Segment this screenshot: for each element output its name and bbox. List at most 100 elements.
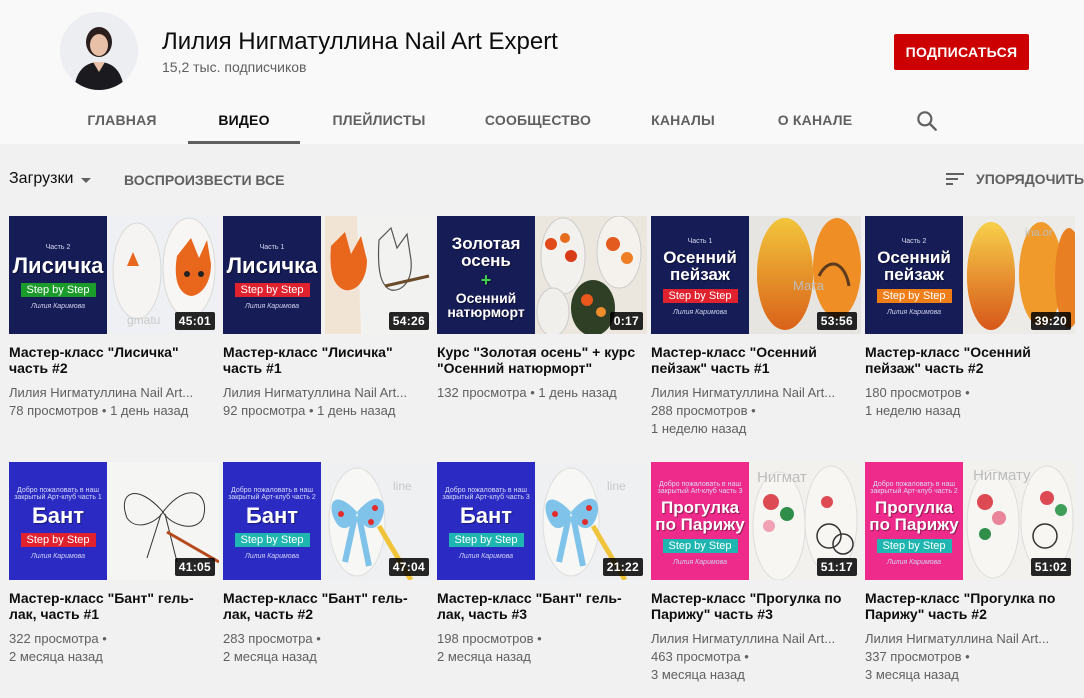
video-age: 1 день назад [538,385,617,400]
video-duration: 41:05 [174,558,215,576]
video-age: 1 день назад [110,403,189,418]
video-card[interactable]: Часть 1 Осенний пейзаж Step by Step Лилия К… [651,216,861,438]
video-card[interactable]: Золотая осень + Осенний натюрморт 0:17 Кур… [437,216,647,402]
video-title[interactable]: Мастер-класс "Бант" гель-лак, часть #3 [437,590,647,622]
video-duration: 51:02 [1030,558,1071,576]
step-by-step-badge: Step by Step [662,289,738,303]
thumb-heading: Бант [459,502,513,528]
thumb-title-panel: Добро пожаловать в наш закрытый Арт-клуб… [865,462,963,580]
video-duration: 39:20 [1030,312,1071,330]
video-meta: Лилия Нигматуллина Nail Art... 92 просмот… [223,384,433,420]
video-meta: Лилия Нигматуллина Nail Art... 78 просмот… [9,384,219,420]
step-by-step-badge: Step by Step [876,538,952,553]
thumb-heading: Бант [245,502,299,528]
video-card[interactable]: Добро пожаловать в наш закрытый Арт-клуб… [9,462,219,666]
video-meta: 283 просмотра • 2 месяца назад [223,630,433,666]
channel-header: Лилия Нигматуллина Nail Art Expert 15,2 … [0,0,1084,144]
video-card[interactable]: Добро пожаловать в наш закрытый Арт-клуб… [865,462,1075,684]
subscribe-button[interactable]: ПОДПИСАТЬСЯ [894,34,1029,70]
video-stats: 132 просмотра • 1 день назад [437,385,617,400]
svg-text:Нигмат: Нигмат [757,469,807,486]
video-channel[interactable]: Лилия Нигматуллина Nail Art... [9,384,219,402]
sort-label: УПОРЯДОЧИТЬ [976,171,1084,187]
thumb-title-panel: Часть 1 Осенний пейзаж Step by Step Лилия К… [651,216,749,334]
video-thumbnail[interactable]: Добро пожаловать в наш закрытый Арт-клуб… [9,462,219,580]
step-by-step-badge: Step by Step [876,289,952,303]
thumb-title-panel: Часть 1 Лисичка Step by Step Лилия Каримова [223,216,321,334]
thumb-title-panel: Часть 2 Осенний пейзаж Step by Step Лилия К… [865,216,963,334]
video-thumbnail[interactable]: Добро пожаловать в наш закрытый Арт-клуб… [865,462,1075,580]
video-title[interactable]: Мастер-класс "Лисичка" часть #1 [223,344,433,376]
video-views: 337 просмотров [865,649,962,664]
video-thumbnail[interactable]: Часть 2 Осенний пейзаж Step by Step Лилия К… [865,216,1075,334]
video-card[interactable]: Часть 2 Осенний пейзаж Step by Step Лилия К… [865,216,1075,420]
tab-videos[interactable]: ВИДЕО [188,96,300,144]
video-channel[interactable]: Лилия Нигматуллина Nail Art... [651,384,861,402]
video-views: 322 просмотра [9,631,99,646]
video-meta: 180 просмотров • 1 неделю назад [865,384,1075,420]
video-title[interactable]: Мастер-класс "Осенний пейзаж" часть #2 [865,344,1075,376]
video-title[interactable]: Мастер-класс "Прогулка по Парижу" часть … [651,590,861,622]
video-age: 1 неделю назад [651,421,747,436]
video-channel[interactable]: Лилия Нигматуллина Nail Art... [865,630,1075,648]
tab-playlists[interactable]: ПЛЕЙЛИСТЫ [332,96,426,144]
video-channel[interactable]: Лилия Нигматуллина Nail Art... [223,384,433,402]
video-channel[interactable]: Лилия Нигматуллина Nail Art... [651,630,861,648]
thumb-heading: Осенний пейзаж [663,248,737,284]
video-meta: 322 просмотра • 2 месяца назад [9,630,219,666]
video-age: 2 месяца назад [437,649,531,664]
video-title[interactable]: Мастер-класс "Бант" гель-лак, часть #1 [9,590,219,622]
sort-icon [946,173,964,185]
video-card[interactable]: Добро пожаловать в наш закрытый Арт-клуб… [437,462,647,666]
video-thumbnail[interactable]: Добро пожаловать в наш закрытый Арт-клуб… [223,462,433,580]
caret-down-icon [81,177,92,183]
video-thumbnail[interactable]: Золотая осень + Осенний натюрморт 0:17 [437,216,647,334]
video-title[interactable]: Мастер-класс "Осенний пейзаж" часть #1 [651,344,861,376]
thumb-signature: Лилия Каримова [30,303,86,310]
video-meta: Лилия Нигматуллина Nail Art... 337 просм… [865,630,1075,684]
search-icon[interactable] [914,108,940,134]
video-thumbnail[interactable]: Часть 2 Лисичка Step by Step Лилия Каримова… [9,216,219,334]
video-card[interactable]: Часть 2 Лисичка Step by Step Лилия Каримова… [9,216,219,420]
video-thumbnail[interactable]: Часть 1 Осенний пейзаж Step by Step Лилия К… [651,216,861,334]
thumb-title-panel: Добро пожаловать в наш закрытый Арт-клуб… [223,462,321,580]
play-all-button[interactable]: ВОСПРОИЗВЕСТИ ВСЕ [124,172,284,188]
video-views-line: 283 просмотра • [223,631,321,646]
video-thumbnail[interactable]: Добро пожаловать в наш закрытый Art-клуб… [651,462,861,580]
video-thumbnail[interactable]: Часть 1 Лисичка Step by Step Лилия Каримова… [223,216,433,334]
videos-toolbar: Загрузки ВОСПРОИЗВЕСТИ ВСЕ УПОРЯДОЧИТЬ [0,160,1084,200]
channel-name: Лилия Нигматуллина Nail Art Expert [162,28,558,55]
svg-text:ina.or: ina.or [1025,227,1053,239]
svg-text:Мата: Мата [793,278,825,293]
thumb-plus: + [480,270,492,290]
video-title[interactable]: Мастер-класс "Лисичка" часть #2 [9,344,219,376]
tab-channels[interactable]: КАНАЛЫ [650,96,716,144]
step-by-step-badge: Step by Step [20,283,96,297]
thumb-signature: Лилия Каримова [672,309,728,316]
video-title[interactable]: Мастер-класс "Прогулка по Парижу" часть … [865,590,1075,622]
step-by-step-badge: Step by Step [20,532,96,547]
tab-about[interactable]: О КАНАЛЕ [776,96,854,144]
uploads-dropdown[interactable]: Загрузки [9,170,92,188]
video-thumbnail[interactable]: Добро пожаловать в наш закрытый Арт-клуб… [437,462,647,580]
thumb-part-label: Часть 2 [45,244,71,251]
thumb-signature: Лилия Каримова [244,552,300,560]
tab-community[interactable]: СООБЩЕСТВО [485,96,591,144]
video-card[interactable]: Часть 1 Лисичка Step by Step Лилия Каримова… [223,216,433,420]
svg-text:Нигмату: Нигмату [973,467,1031,484]
thumb-title-panel: Добро пожаловать в наш закрытый Арт-клуб… [9,462,107,580]
video-card[interactable]: Добро пожаловать в наш закрытый Art-клуб… [651,462,861,684]
thumb-title-panel: Золотая осень + Осенний натюрморт [437,216,535,334]
step-by-step-badge: Step by Step [234,532,310,547]
video-card[interactable]: Добро пожаловать в наш закрытый Арт-клуб… [223,462,433,666]
tab-home[interactable]: ГЛАВНАЯ [87,96,156,144]
video-views: 463 просмотра [651,649,741,664]
video-meta: 132 просмотра • 1 день назад [437,384,647,402]
channel-avatar[interactable] [60,12,138,90]
video-meta: Лилия Нигматуллина Nail Art... 463 просм… [651,630,861,684]
video-views: 92 просмотра [223,403,306,418]
step-by-step-badge: Step by Step [448,532,524,547]
video-title[interactable]: Курс "Золотая осень" + курс "Осенний нат… [437,344,647,376]
video-title[interactable]: Мастер-класс "Бант" гель-лак, часть #2 [223,590,433,622]
sort-button[interactable]: УПОРЯДОЧИТЬ [945,170,1084,188]
